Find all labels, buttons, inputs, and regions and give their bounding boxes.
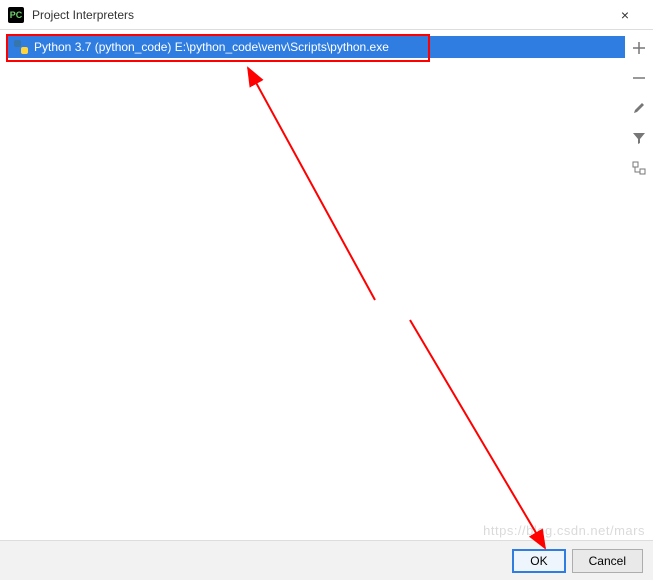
window-title: Project Interpreters <box>32 8 605 22</box>
minus-icon <box>632 71 646 85</box>
ok-button[interactable]: OK <box>512 549 565 573</box>
interpreter-list: Python 3.7 (python_code) E:\python_code\… <box>0 30 625 540</box>
pencil-icon <box>632 101 646 115</box>
tree-icon <box>632 161 646 175</box>
titlebar: PC Project Interpreters × <box>0 0 653 30</box>
plus-icon <box>632 41 646 55</box>
filter-button[interactable] <box>629 128 649 148</box>
pycharm-app-icon: PC <box>8 7 24 23</box>
close-button[interactable]: × <box>605 0 645 30</box>
dialog-content: Python 3.7 (python_code) E:\python_code\… <box>0 30 653 540</box>
add-button[interactable] <box>629 38 649 58</box>
side-toolbar <box>625 30 653 540</box>
interpreter-label: Python 3.7 (python_code) E:\python_code\… <box>34 40 389 54</box>
remove-button[interactable] <box>629 68 649 88</box>
funnel-icon <box>632 131 646 145</box>
python-icon <box>14 40 28 54</box>
cancel-button[interactable]: Cancel <box>572 549 643 573</box>
watermark-text: https://blog.csdn.net/mars <box>483 523 645 538</box>
tree-button[interactable] <box>629 158 649 178</box>
dialog-footer: OK Cancel <box>0 540 653 580</box>
interpreter-row-selected[interactable]: Python 3.7 (python_code) E:\python_code\… <box>8 36 625 58</box>
edit-button[interactable] <box>629 98 649 118</box>
